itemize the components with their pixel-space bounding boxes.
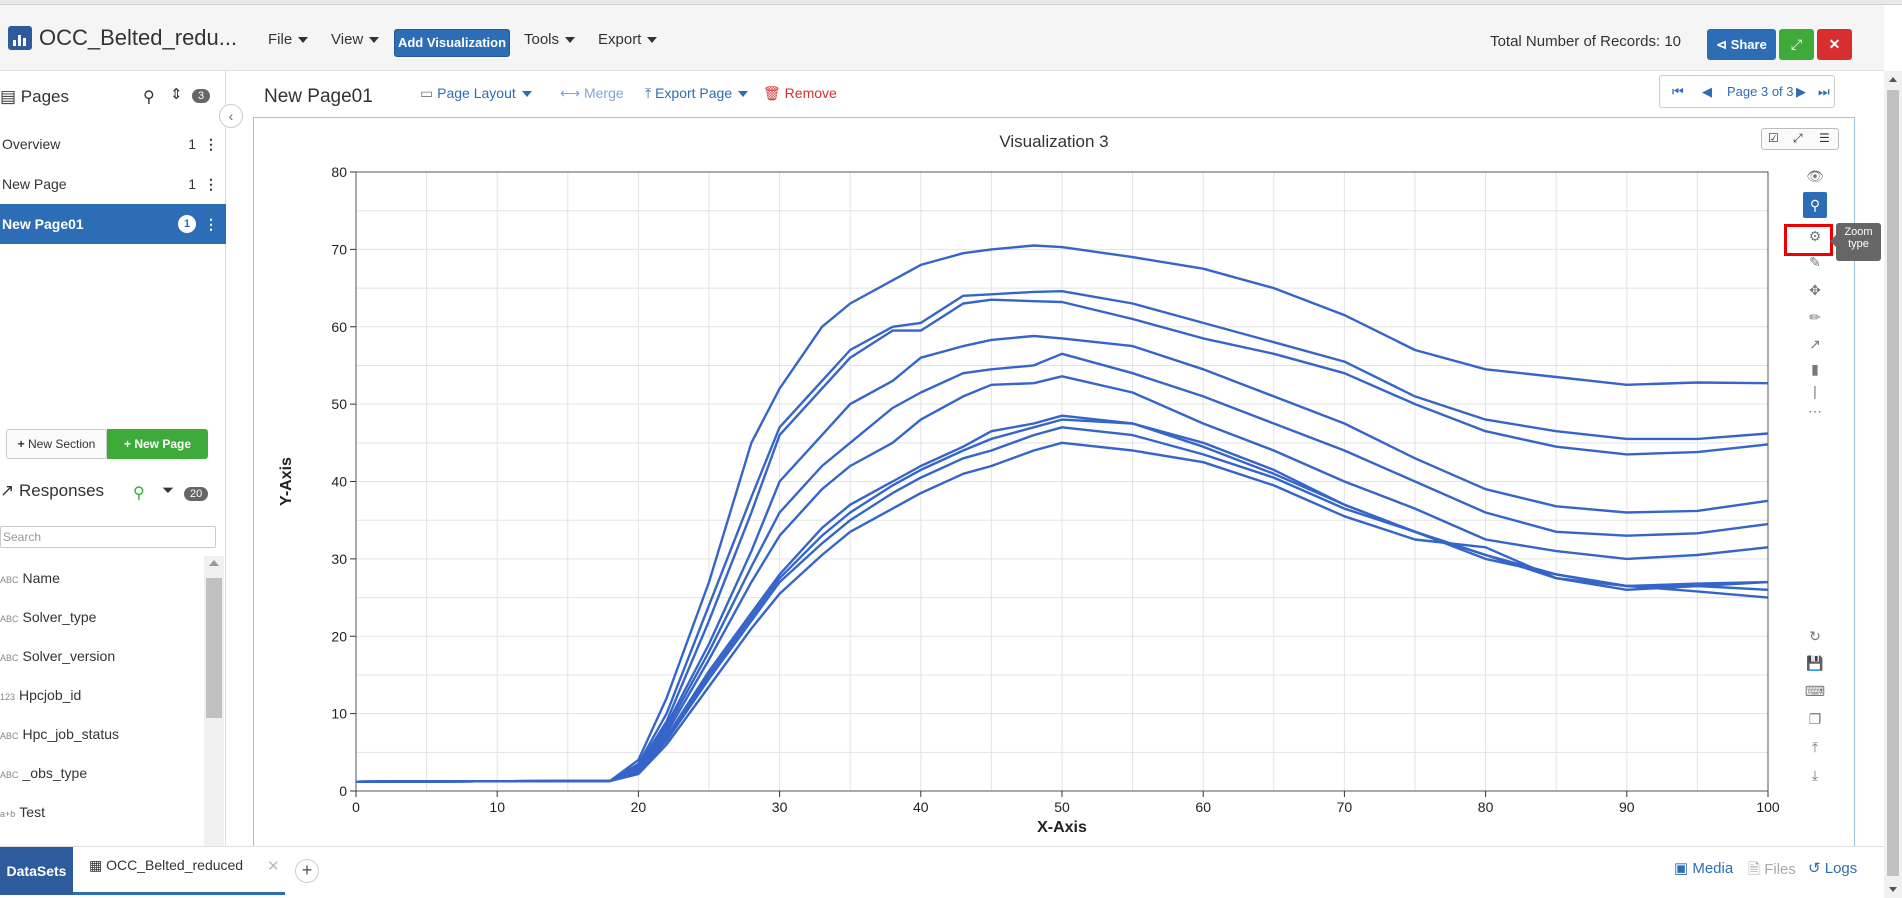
zoom-type-tooltip: Zoom type xyxy=(1830,223,1881,261)
logs-label: Logs xyxy=(1824,860,1858,877)
y-tick-label: 0 xyxy=(339,783,347,799)
x-tick-label: 60 xyxy=(1195,799,1211,815)
history-icon: ↺ xyxy=(1808,860,1825,877)
x-tick-label: 90 xyxy=(1619,799,1635,815)
x-tick-label: 100 xyxy=(1756,799,1780,815)
page-scrollbar[interactable] xyxy=(1884,71,1902,898)
scrollbar-thumb[interactable] xyxy=(1887,90,1899,876)
close-icon[interactable]: ✕ xyxy=(267,857,280,875)
arrow-icon[interactable]: ↗ xyxy=(1803,334,1827,354)
image-icon: ▣ xyxy=(1674,860,1693,877)
refresh-icon[interactable]: ↻ xyxy=(1803,626,1827,646)
pencil-icon[interactable]: ✏ xyxy=(1803,307,1827,327)
x-tick-label: 20 xyxy=(631,799,647,815)
save-icon[interactable]: 💾 xyxy=(1803,653,1827,673)
files-label: Files xyxy=(1764,861,1796,878)
active-tab-underline xyxy=(73,892,285,895)
eye-icon[interactable]: 👁 xyxy=(1803,166,1827,186)
plus-icon: + xyxy=(301,860,313,880)
x-tick-label: 80 xyxy=(1478,799,1494,815)
y-axis-label: Y-Axis xyxy=(278,457,295,506)
bottom-bar: DataSets ▦ OCC_Belted_reduced ✕ + ▣ Medi… xyxy=(0,846,1884,898)
dataset-file-label: OCC_Belted_reduced xyxy=(106,857,244,873)
table-icon: ▦ xyxy=(89,857,107,873)
datasets-tab[interactable]: DataSets xyxy=(0,847,73,895)
x-axis-label: X-Axis xyxy=(1037,819,1087,836)
x-tick-label: 10 xyxy=(489,799,505,815)
line-chart[interactable]: 0 10 20 30 40 50 60 70 80 90 100 0 10 20 30 40 50 60 70 80 X… xyxy=(0,0,1884,846)
y-tick-label: 60 xyxy=(331,319,347,335)
y-tick-label: 20 xyxy=(331,628,347,644)
scroll-down-arrow-icon[interactable] xyxy=(1889,887,1897,892)
zoom-icon[interactable]: ⚲ xyxy=(1803,192,1827,218)
files-link[interactable]: 🗎 Files xyxy=(1748,859,1796,884)
copy-icon[interactable]: ❐ xyxy=(1803,709,1827,729)
y-tick-label: 70 xyxy=(331,241,347,257)
file-icon: 🗎 xyxy=(1748,861,1765,878)
line-tool-icon[interactable]: | xyxy=(1803,381,1827,401)
download-icon[interactable]: ⤓ xyxy=(1803,765,1827,785)
y-tick-label: 40 xyxy=(331,474,347,490)
x-tick-label: 30 xyxy=(772,799,788,815)
x-tick-label: 50 xyxy=(1054,799,1070,815)
logs-link[interactable]: ↺ Logs xyxy=(1808,859,1857,877)
y-tick-label: 80 xyxy=(331,164,347,180)
media-label: Media xyxy=(1692,860,1734,877)
eraser-icon[interactable]: ▮ xyxy=(1803,359,1827,379)
x-tick-label: 70 xyxy=(1337,799,1353,815)
x-tick-label: 0 xyxy=(352,799,360,815)
dataset-file-tab[interactable]: ▦ OCC_Belted_reduced xyxy=(89,857,243,874)
highlight-box xyxy=(1784,224,1833,256)
pan-icon[interactable]: ✥ xyxy=(1803,280,1827,300)
x-tick-label: 40 xyxy=(913,799,929,815)
upload-icon[interactable]: ⤒ xyxy=(1803,737,1827,757)
keyboard-icon[interactable]: ⌨ xyxy=(1803,681,1827,701)
y-tick-label: 10 xyxy=(331,706,347,722)
scroll-up-arrow-icon[interactable] xyxy=(1889,77,1897,82)
add-dataset-button[interactable]: + xyxy=(295,859,319,883)
y-tick-label: 30 xyxy=(331,551,347,567)
more-horizontal-icon[interactable]: ⋯ xyxy=(1803,401,1827,421)
media-link[interactable]: ▣ Media xyxy=(1674,859,1733,877)
y-tick-label: 50 xyxy=(331,396,347,412)
